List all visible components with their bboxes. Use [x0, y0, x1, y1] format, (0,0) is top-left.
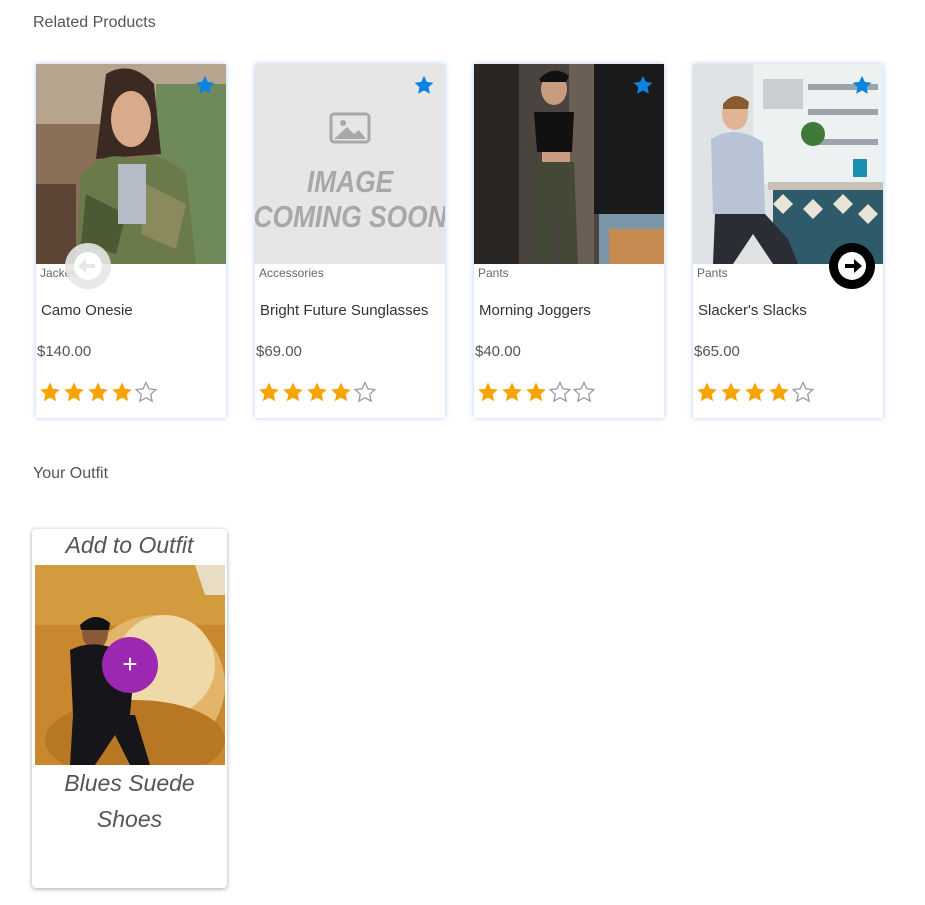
star-filled-icon [745, 382, 765, 402]
product-price: $40.00 [475, 343, 521, 360]
product-name[interactable]: Morning Joggers [479, 302, 591, 319]
star-filled-icon [307, 382, 327, 402]
arrow-left-icon [74, 252, 102, 280]
star-empty-icon [353, 380, 377, 403]
carousel-prev-button[interactable] [65, 243, 111, 289]
carousel-next-button[interactable] [829, 243, 875, 289]
star-filled-icon [259, 382, 279, 402]
product-name[interactable]: Camo Onesie [41, 302, 133, 319]
star-filled-icon [88, 382, 108, 402]
product-card-slackers-slacks[interactable]: Pants Slacker's Slacks $65.00 [693, 64, 883, 418]
product-category: Pants [697, 266, 728, 280]
product-card-camo-onesie[interactable]: Jackets Camo Onesie $140.00 [36, 64, 226, 418]
star-filled-icon [283, 382, 303, 402]
rating-stars [476, 380, 596, 404]
product-card-morning-joggers[interactable]: Pants Morning Joggers $40.00 [474, 64, 664, 418]
image-icon [329, 112, 371, 144]
star-filled-icon [112, 382, 132, 402]
star-filled-icon [721, 382, 741, 402]
related-products-title: Related Products [33, 14, 156, 31]
star-filled-icon [697, 382, 717, 402]
outfit-item-name: Blues Suede Shoes [64, 770, 195, 832]
star-filled-icon [478, 382, 498, 402]
favorite-star-icon[interactable] [413, 74, 435, 96]
placeholder-line-2: COMING SOON [255, 200, 445, 234]
product-name[interactable]: Slacker's Slacks [698, 302, 807, 319]
star-filled-icon [331, 382, 351, 402]
add-to-outfit-label: Add to Outfit [65, 532, 194, 558]
product-price: $140.00 [37, 343, 92, 360]
rating-stars [38, 380, 158, 404]
star-filled-icon [40, 382, 60, 402]
product-category: Pants [478, 266, 509, 280]
placeholder-line-1: IMAGE [307, 165, 394, 199]
favorite-star-icon[interactable] [632, 74, 654, 96]
product-category: Accessories [259, 266, 324, 280]
product-card-bright-future-sunglasses[interactable]: IMAGE COMING SOON Accessories Bright Fut… [255, 64, 445, 418]
product-price: $65.00 [694, 343, 740, 360]
star-filled-icon [64, 382, 84, 402]
favorite-star-icon[interactable] [194, 74, 216, 96]
rating-stars [695, 380, 815, 404]
star-filled-icon [769, 382, 789, 402]
add-to-outfit-button[interactable]: + [102, 637, 158, 693]
your-outfit-title: Your Outfit [33, 465, 109, 482]
rating-stars [257, 380, 377, 404]
star-filled-icon [526, 382, 546, 402]
favorite-star-icon[interactable] [851, 74, 873, 96]
product-name[interactable]: Bright Future Sunglasses [260, 302, 428, 319]
star-filled-icon [502, 382, 522, 402]
outfit-card[interactable]: Add to Outfit Blues Suede Shoes [32, 529, 227, 888]
star-empty-icon [572, 380, 596, 403]
star-empty-icon [134, 380, 158, 403]
star-empty-icon [548, 380, 572, 403]
product-price: $69.00 [256, 343, 302, 360]
arrow-right-icon [838, 252, 866, 280]
star-empty-icon [791, 380, 815, 403]
